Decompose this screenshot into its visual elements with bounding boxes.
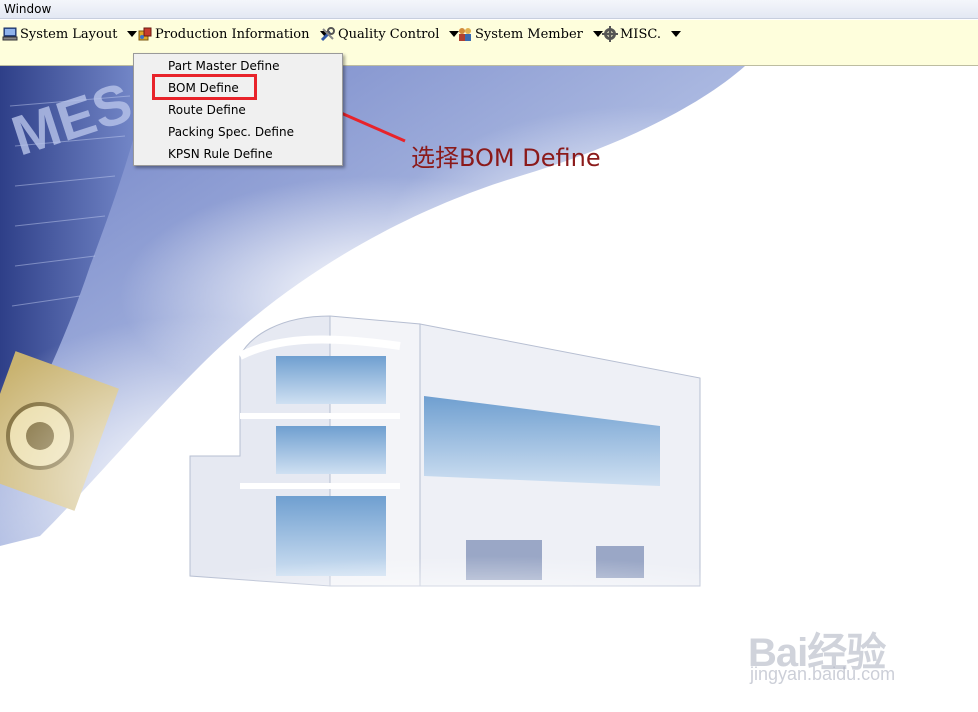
- caret-down-icon[interactable]: [670, 31, 681, 37]
- menu-item-route-define[interactable]: Route Define: [168, 100, 246, 120]
- users-icon: [459, 28, 471, 41]
- window-title: Window: [4, 2, 52, 16]
- box-icon: [138, 27, 152, 41]
- annotation-text: 选择BOM Define: [411, 144, 601, 172]
- menu-production-information[interactable]: Production Information: [137, 24, 330, 44]
- menu-label: System Layout: [20, 26, 118, 42]
- menu-label: Production Information: [155, 26, 310, 42]
- menu-misc[interactable]: MISC.: [602, 24, 681, 44]
- gear-icon: [602, 26, 618, 42]
- window-title-bar: Window: [0, 0, 978, 19]
- production-information-dropdown: Part Master Define BOM Define Route Defi…: [133, 53, 343, 166]
- caret-down-icon[interactable]: [127, 31, 138, 37]
- computer-icon: [2, 27, 18, 41]
- menu-label: Quality Control: [338, 26, 440, 42]
- menu-item-packing-spec-define[interactable]: Packing Spec. Define: [168, 122, 294, 142]
- menu-quality-control[interactable]: Quality Control: [320, 24, 460, 44]
- menu-label: System Member: [475, 26, 583, 42]
- menu-label: MISC.: [620, 26, 661, 42]
- watermark-url: jingyan.baidu.com: [750, 664, 896, 684]
- menu-item-kpsn-rule-define[interactable]: KPSN Rule Define: [168, 144, 273, 164]
- menu-item-part-master-define[interactable]: Part Master Define: [168, 56, 279, 76]
- annotation-highlight-box: [152, 74, 257, 100]
- menu-system-layout[interactable]: System Layout: [2, 24, 138, 44]
- tools-icon: [320, 27, 335, 42]
- menu-system-member[interactable]: System Member: [457, 24, 603, 44]
